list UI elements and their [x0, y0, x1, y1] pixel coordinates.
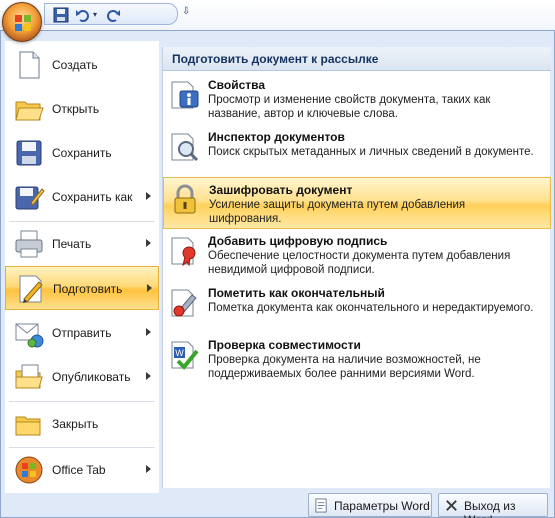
submenu-item-title: Зашифровать документ [209, 183, 353, 197]
menu-item-label: Создать [52, 58, 98, 72]
submenu-arrow-icon [146, 239, 151, 247]
menu-item-prepare[interactable]: Подготовить [5, 266, 159, 310]
undo-icon[interactable] [75, 7, 91, 23]
submenu-item-signature[interactable]: Добавить цифровую подпись Обеспечение це… [163, 229, 551, 281]
save-icon[interactable] [53, 7, 69, 23]
menu-item-save-as[interactable]: Сохранить как [5, 175, 159, 219]
final-stamp-icon [171, 289, 197, 317]
submenu-item-desc: Пометка документа как окончательного и н… [208, 302, 534, 314]
inspector-icon [171, 133, 199, 162]
submenu-arrow-icon [147, 284, 152, 292]
exit-word-button[interactable]: Выход из Word [438, 493, 548, 518]
submenu-item-desc: Поиск скрытых метаданных и личных сведен… [208, 146, 534, 158]
properties-icon [171, 81, 199, 109]
office-logo-icon [15, 15, 31, 31]
submenu-title: Подготовить документ к рассылке [163, 47, 551, 71]
signature-icon [171, 237, 196, 267]
prepare-submenu: Подготовить документ к рассылке Свойства… [162, 47, 551, 488]
svg-text:W: W [175, 348, 184, 358]
office-menu: Создать Открыть Сохранить Сохранить как … [0, 30, 555, 518]
submenu-arrow-icon [146, 192, 151, 200]
customize-icon[interactable]: ⇩ [182, 6, 190, 17]
menu-item-label: Сохранить как [52, 190, 133, 204]
printer-icon [15, 230, 43, 258]
office-button[interactable] [2, 2, 42, 42]
redo-icon[interactable] [105, 7, 121, 23]
save-icon [16, 140, 42, 166]
close-folder-icon [15, 416, 41, 436]
submenu-item-desc: Обеспечение целостности документа путем … [208, 250, 511, 276]
submenu-item-mark-final[interactable]: Пометить как окончательный Пометка докум… [163, 281, 551, 333]
submenu-item-desc: Просмотр и изменение свойств документа, … [208, 94, 491, 120]
submenu-item-title: Добавить цифровую подпись [208, 234, 388, 248]
send-icon [15, 323, 44, 348]
menu-item-print[interactable]: Печать [5, 222, 159, 266]
office-tab-icon [15, 456, 43, 484]
menu-item-label: Подготовить [53, 282, 123, 296]
options-icon [315, 498, 327, 513]
menu-item-label: Закрыть [52, 417, 99, 431]
submenu-item-desc: Усиление защиты документа путем добавлен… [209, 199, 466, 225]
submenu-item-title: Инспектор документов [208, 130, 345, 144]
menu-item-label: Office Tab [52, 463, 106, 477]
submenu-item-desc: Проверка документа на наличие возможност… [208, 354, 481, 380]
submenu-arrow-icon [146, 465, 151, 473]
publish-icon [15, 364, 43, 389]
prepare-icon [19, 275, 43, 303]
new-document-icon [19, 51, 40, 79]
submenu-item-title: Свойства [208, 78, 266, 92]
menu-item-office-tab[interactable]: Office Tab [5, 448, 159, 492]
save-as-icon [15, 186, 45, 210]
close-icon [446, 500, 457, 511]
menu-item-label: Открыть [52, 102, 100, 116]
menu-item-send[interactable]: Отправить [5, 311, 159, 355]
quick-access-toolbar: ▾ ⇩ [0, 0, 555, 30]
menu-item-new[interactable]: Создать [5, 43, 159, 87]
word-options-button[interactable]: Параметры Word [308, 493, 432, 517]
menu-item-label: Отправить [52, 326, 112, 340]
quick-access-bar: ▾ [44, 3, 178, 25]
submenu-item-title: Пометить как окончательный [208, 286, 385, 300]
lock-icon [174, 184, 196, 214]
exit-word-label: Выход из Word [464, 499, 516, 518]
submenu-item-properties[interactable]: Свойства Просмотр и изменение свойств до… [163, 73, 551, 125]
menu-item-label: Печать [52, 237, 92, 251]
submenu-arrow-icon [146, 372, 151, 380]
submenu-item-encrypt[interactable]: Зашифровать документ Усиление защиты док… [163, 177, 551, 229]
open-folder-icon [15, 101, 44, 121]
left-menu: Создать Открыть Сохранить Сохранить как … [5, 41, 159, 493]
submenu-item-compatibility[interactable]: W Проверка совместимости Проверка докуме… [163, 333, 551, 385]
submenu-item-inspector[interactable]: Инспектор документов Поиск скрытых метад… [163, 125, 551, 177]
submenu-arrow-icon [146, 328, 151, 336]
menu-item-label: Опубликовать [52, 370, 131, 384]
menu-item-publish[interactable]: Опубликовать [5, 355, 159, 399]
menu-item-save[interactable]: Сохранить [5, 131, 159, 175]
menu-item-open[interactable]: Открыть [5, 87, 159, 131]
menu-item-close[interactable]: Закрыть [5, 402, 159, 446]
word-options-label: Параметры Word [334, 499, 430, 513]
submenu-item-title: Проверка совместимости [208, 338, 361, 352]
undo-dropdown-icon[interactable]: ▾ [93, 10, 97, 19]
compatibility-icon: W [171, 341, 199, 370]
menu-item-label: Сохранить [52, 146, 112, 160]
